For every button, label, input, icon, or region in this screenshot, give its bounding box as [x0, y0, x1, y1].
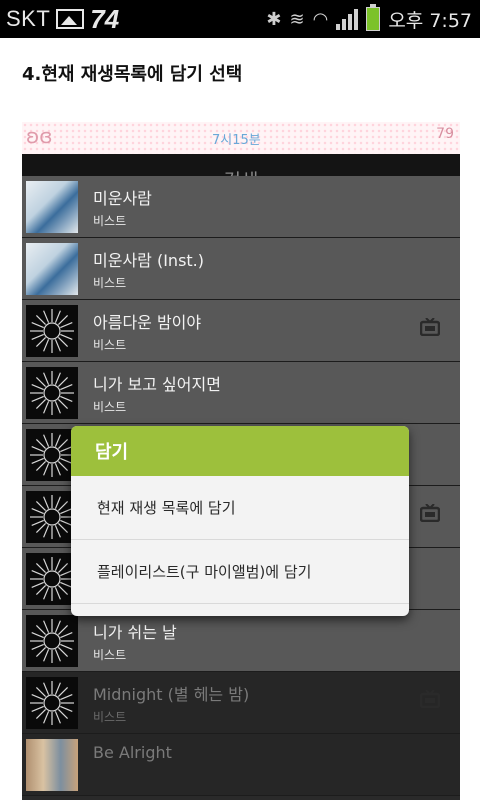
- song-artist: 비스트: [93, 648, 127, 662]
- app-status-clock: 7시15분: [212, 133, 261, 148]
- signal-icon: [336, 8, 359, 30]
- bunny-decoration-icon: ʚɞ: [26, 124, 53, 148]
- song-artist: 비스트: [93, 214, 127, 228]
- song-artist: 비스트: [93, 338, 127, 352]
- song-title: Be Alright: [93, 743, 172, 762]
- album-thumbnail: [26, 305, 78, 357]
- add-to-current-playlist-option[interactable]: 현재 재생 목록에 담기: [71, 476, 409, 540]
- carrier-label: SKT: [6, 6, 51, 31]
- wifi-icon: ◠: [312, 8, 329, 30]
- add-dialog: 담기 현재 재생 목록에 담기 플레이리스트(구 마이앨범)에 담기: [71, 426, 409, 616]
- song-title: 미운사람: [93, 189, 152, 208]
- app-status-bar: ʚɞ 7시15분 79: [22, 122, 460, 154]
- vibrate-icon: ≋: [289, 8, 305, 30]
- tv-icon[interactable]: [419, 503, 441, 523]
- song-row[interactable]: Midnight (별 헤는 밤) 비스트: [22, 672, 460, 734]
- song-artist: 비스트: [93, 276, 127, 290]
- album-thumbnail: [26, 243, 78, 295]
- song-title: 아름다운 밤이야: [93, 313, 202, 332]
- song-artist: 비스트: [93, 710, 127, 724]
- status-bar: SKT 74 ✱ ≋ ◠ 오후 7:57: [0, 0, 480, 38]
- status-clock: 오후 7:57: [388, 9, 472, 32]
- song-row[interactable]: 니가 쉬는 날비스트: [22, 610, 460, 672]
- song-row[interactable]: 미운사람 (Inst.) 비스트: [22, 238, 460, 300]
- album-thumbnail: [26, 367, 78, 419]
- app-status-right: 79: [436, 126, 454, 142]
- song-row[interactable]: 니가 보고 싶어지면비스트: [22, 362, 460, 424]
- song-row[interactable]: Be Alright: [22, 734, 460, 796]
- song-artist: 비스트: [93, 400, 127, 414]
- tv-icon[interactable]: [419, 317, 441, 337]
- song-title: 니가 보고 싶어지면: [93, 375, 221, 394]
- album-thumbnail: [26, 181, 78, 233]
- song-row[interactable]: 아름다운 밤이야비스트: [22, 300, 460, 362]
- album-thumbnail: [26, 615, 78, 667]
- album-thumbnail: [26, 739, 78, 791]
- song-row[interactable]: 미운사람비스트: [22, 176, 460, 238]
- album-thumbnail: [26, 677, 78, 729]
- add-to-playlist-option[interactable]: 플레이리스트(구 마이앨범)에 담기: [71, 540, 409, 604]
- step-heading: 4.현재 재생목록에 담기 선택: [22, 64, 243, 85]
- dialog-title: 담기: [71, 426, 409, 476]
- battery-icon: [366, 4, 381, 31]
- temperature-label: 74: [90, 3, 120, 34]
- gallery-icon: [56, 9, 85, 29]
- song-title: 니가 쉬는 날: [93, 623, 177, 642]
- song-title: Midnight (별 헤는 밤): [93, 685, 250, 704]
- song-title: 미운사람 (Inst.): [93, 251, 205, 270]
- bluetooth-icon: ✱: [266, 8, 282, 30]
- tv-icon[interactable]: [419, 689, 441, 709]
